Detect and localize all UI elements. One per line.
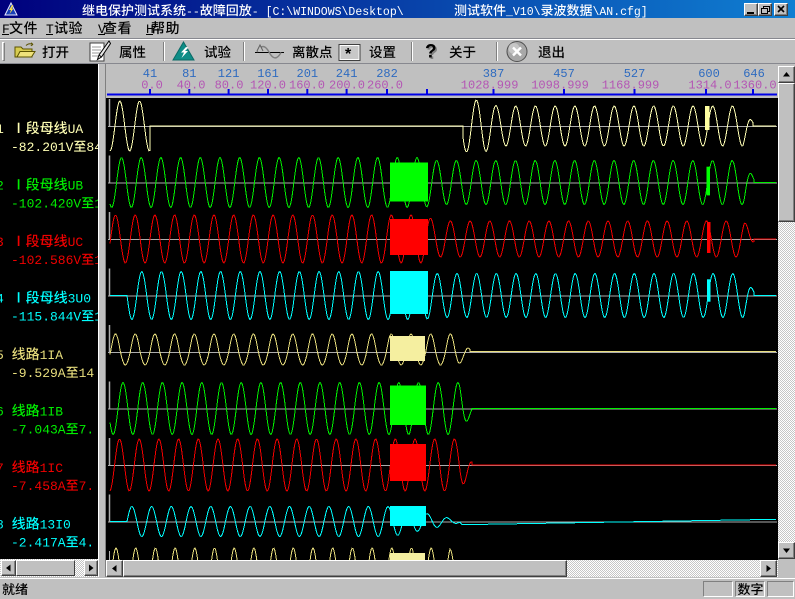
svg-text:*: *: [345, 46, 352, 63]
svg-text:1: 1: [94, 253, 102, 268]
svg-text:1IC: 1IC: [40, 461, 64, 476]
svg-text:6: 6: [0, 405, 4, 420]
svg-text:- [C:\WINDOWS\Desktop\: - [C:\WINDOWS\Desktop\: [252, 6, 404, 19]
svg-text:0.0: 0.0: [141, 79, 163, 93]
svg-text:1IB: 1IB: [40, 405, 64, 420]
svg-text:\AN.cfg]: \AN.cfg]: [593, 6, 648, 19]
svg-text:1: 1: [94, 310, 102, 325]
svg-text:1314.0: 1314.0: [688, 79, 731, 93]
svg-text:UB: UB: [68, 179, 84, 194]
svg-text:13I0: 13I0: [40, 518, 71, 533]
svg-text:1: 1: [0, 122, 4, 137]
svg-text:3U0: 3U0: [68, 292, 91, 307]
svg-text:14: 14: [79, 366, 95, 381]
svg-text:UC: UC: [68, 235, 84, 250]
svg-text:84: 84: [86, 140, 102, 155]
svg-text:1IA: 1IA: [40, 348, 64, 363]
svg-text:UA: UA: [68, 122, 84, 137]
svg-text:-2.417A: -2.417A: [11, 536, 66, 551]
svg-text:-102.586V: -102.586V: [11, 253, 81, 268]
svg-text:40.0: 40.0: [177, 79, 206, 93]
svg-text:7: 7: [0, 461, 4, 476]
svg-text:2: 2: [0, 179, 4, 194]
svg-text:1360.0: 1360.0: [733, 79, 776, 93]
svg-text:--: --: [186, 6, 200, 19]
svg-text:8: 8: [0, 518, 4, 533]
svg-text:-102.420V: -102.420V: [11, 197, 81, 212]
svg-text:3: 3: [0, 235, 4, 250]
svg-text:260.0: 260.0: [367, 79, 403, 93]
svg-text:1: 1: [94, 197, 102, 212]
svg-text:?: ?: [425, 42, 437, 63]
svg-text:7.: 7.: [79, 479, 95, 494]
svg-text:1028.999: 1028.999: [461, 79, 519, 93]
svg-text:-82.201V: -82.201V: [11, 140, 74, 155]
svg-text:7.: 7.: [79, 423, 95, 438]
svg-text:1168.999: 1168.999: [602, 79, 660, 93]
svg-text:1098.999: 1098.999: [531, 79, 589, 93]
svg-text:-7.458A: -7.458A: [11, 479, 66, 494]
svg-text:-115.844V: -115.844V: [11, 310, 81, 325]
svg-text:_V10\: _V10\: [505, 6, 541, 19]
svg-text:5: 5: [0, 348, 4, 363]
svg-text:4.: 4.: [79, 536, 95, 551]
svg-text:-9.529A: -9.529A: [11, 366, 66, 381]
svg-text:-7.043A: -7.043A: [11, 423, 66, 438]
svg-text:4: 4: [0, 292, 4, 307]
